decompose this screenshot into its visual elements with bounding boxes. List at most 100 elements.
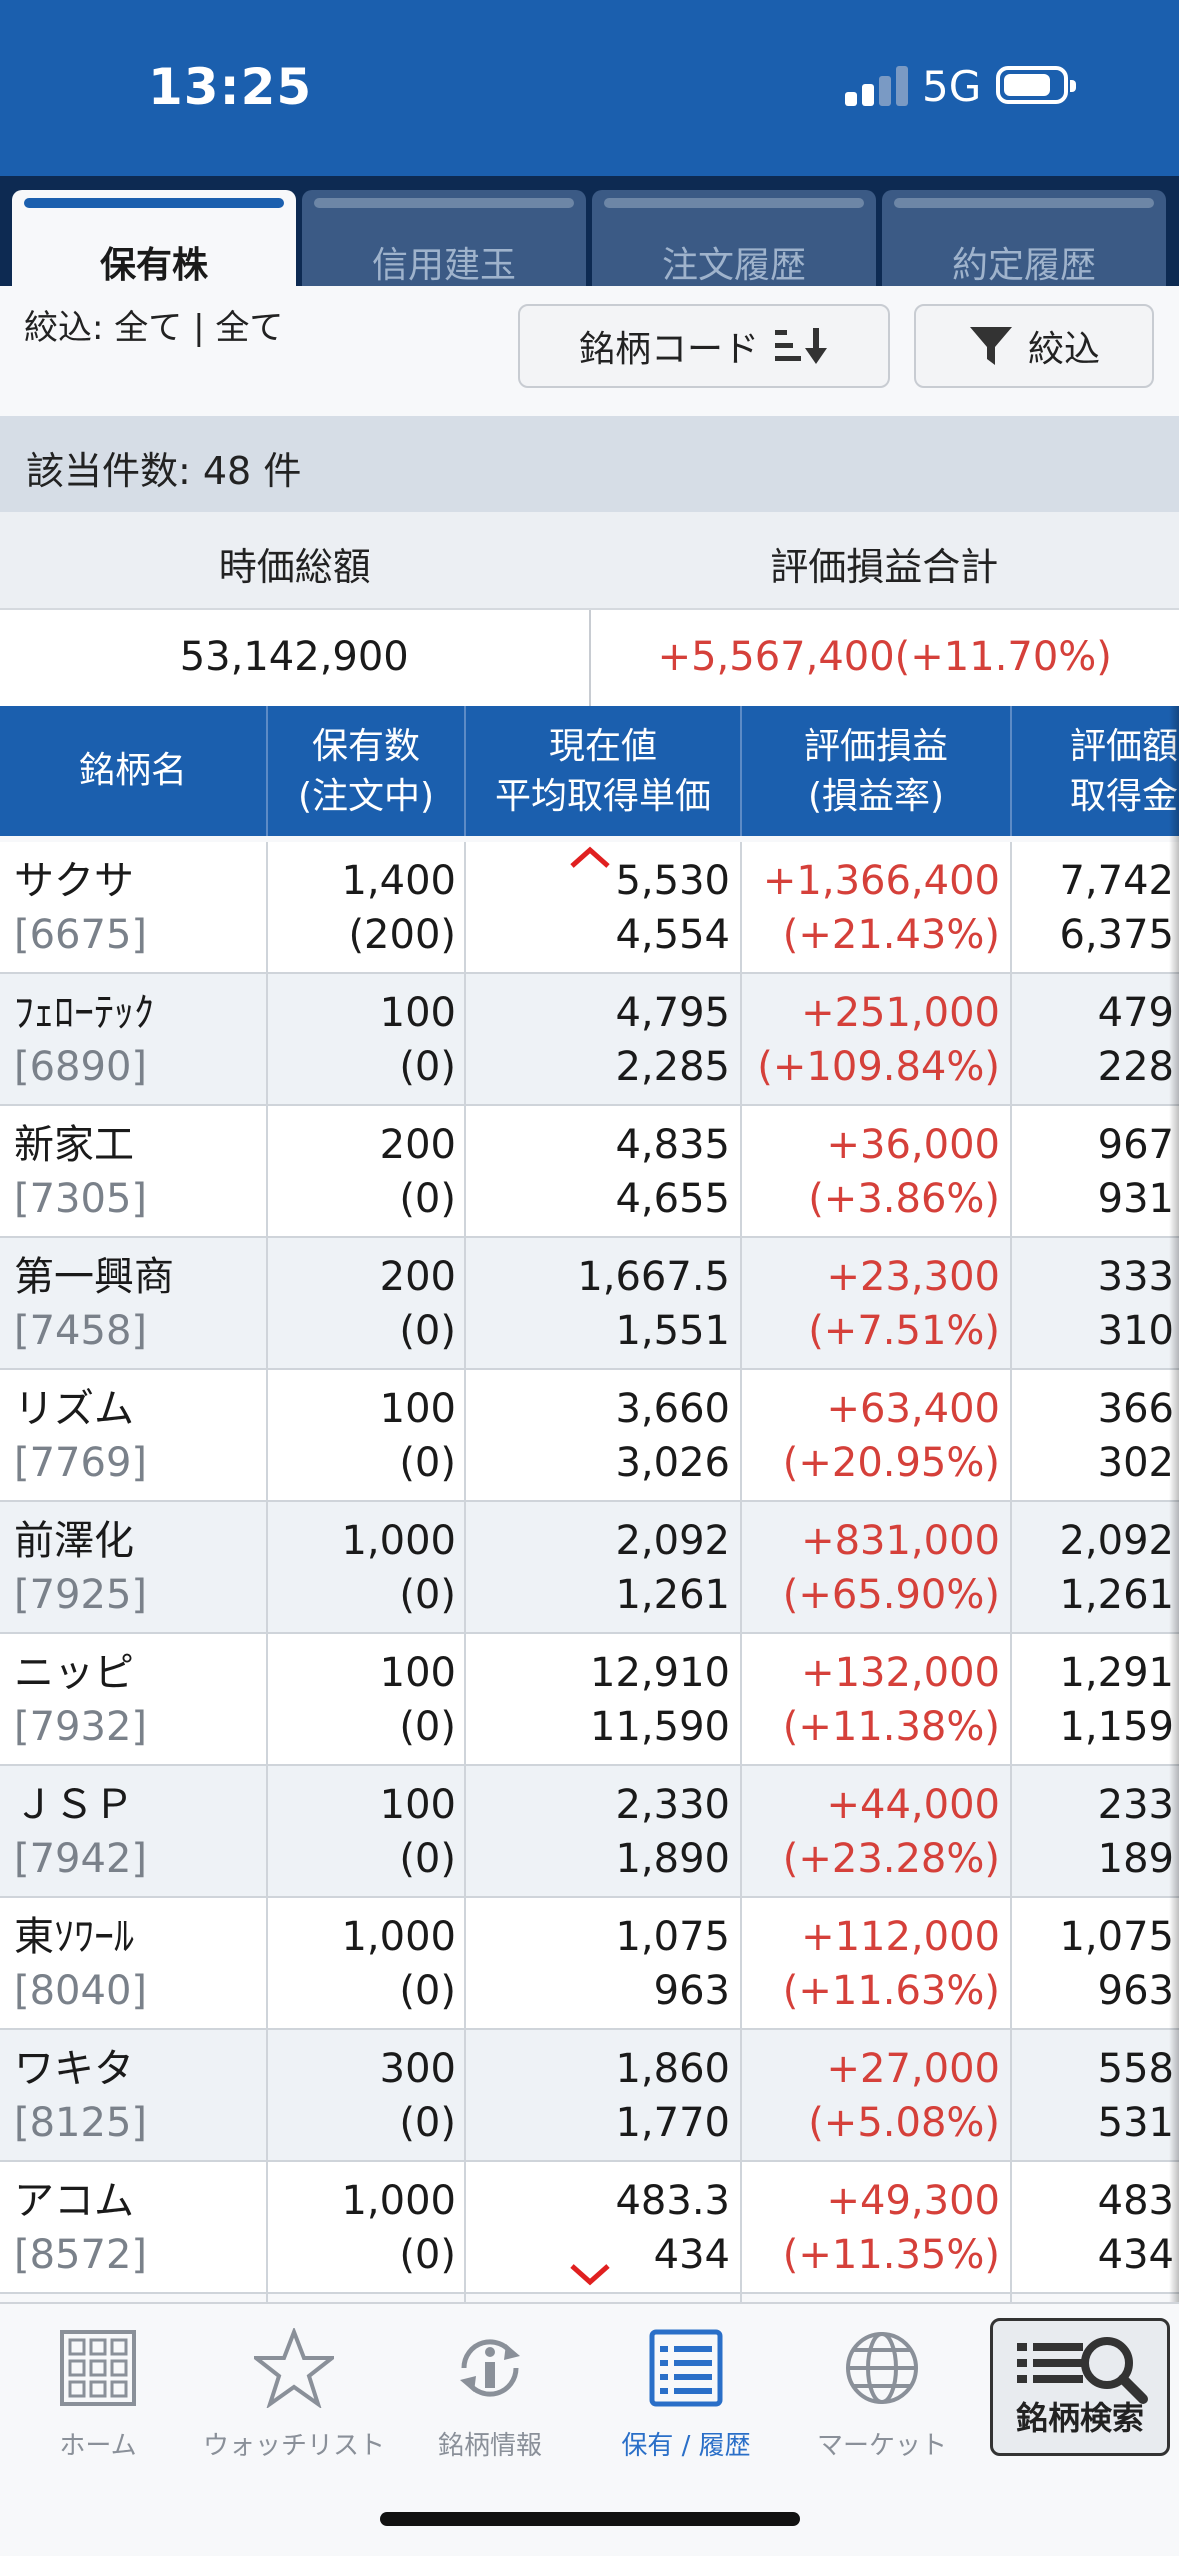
nav-watchlist[interactable]: ウォッチリスト bbox=[196, 2326, 392, 2462]
cell-quantity: 100 (0) bbox=[268, 1778, 456, 1886]
table-row[interactable]: リズム [7769] 100 (0) 3,660 3,026 +63,400 (+20.95%… bbox=[0, 1370, 1179, 1502]
cell-value: 366 302 bbox=[1012, 1382, 1174, 1490]
cell-name-secondary: [7942] bbox=[14, 1836, 148, 1882]
cell-pnl: +23,300 (+7.51%) bbox=[742, 1250, 1000, 1358]
cell-name: ワキタ [8125] bbox=[14, 2042, 254, 2150]
cell-price-primary: 3,660 bbox=[615, 1386, 730, 1432]
cell-price: 3,660 3,026 bbox=[466, 1382, 730, 1490]
filter-row: 絞込: 全て | 全て 銘柄コード 絞込 bbox=[0, 286, 1179, 416]
cell-name-secondary: [8040] bbox=[14, 1968, 148, 2014]
cell-price-secondary: 1,261 bbox=[615, 1572, 730, 1618]
cell-value-primary: 233 bbox=[1097, 1782, 1174, 1828]
tab-order-history[interactable]: 注文履歴 bbox=[592, 190, 876, 286]
nav-label: ホーム bbox=[59, 2431, 137, 2461]
table-header: 銘柄名 保有数 (注文中) 現在値 平均取得単価 評価損益 (損益率) 評価額 … bbox=[0, 706, 1179, 836]
cell-name-primary: リズム bbox=[14, 1386, 134, 1432]
cell-value: 558 531 bbox=[1012, 2042, 1174, 2150]
column-divider bbox=[464, 842, 466, 2302]
nav-stock-info[interactable]: 銘柄情報 bbox=[392, 2328, 588, 2462]
table-row[interactable]: ﾌｪﾛｰﾃｯｸ [6890] 100 (0) 4,795 2,285 +251,000 (+1… bbox=[0, 974, 1179, 1106]
tab-label: 信用建玉 bbox=[371, 245, 516, 286]
tab-label: 保有株 bbox=[99, 245, 208, 286]
column-divider bbox=[740, 842, 742, 2302]
cell-name-secondary: [7925] bbox=[14, 1572, 148, 1618]
column-divider bbox=[1010, 842, 1012, 2302]
globe-icon bbox=[846, 2332, 918, 2404]
cell-quantity-secondary: (0) bbox=[399, 1440, 456, 1486]
filter-button[interactable]: 絞込 bbox=[914, 304, 1154, 388]
cell-name-secondary: [6675] bbox=[14, 912, 148, 958]
grid-icon bbox=[60, 2330, 136, 2406]
cell-pnl-primary: +23,300 bbox=[826, 1254, 1000, 1300]
cell-pnl-primary: +27,000 bbox=[826, 2046, 1000, 2092]
cell-name-primary: ニッピ bbox=[14, 1650, 134, 1696]
table-row[interactable]: ワキタ [8125] 300 (0) 1,860 1,770 +27,000 (+5.08%)… bbox=[0, 2030, 1179, 2162]
scroll-shadow bbox=[1169, 706, 1179, 2302]
nav-label: マーケット bbox=[816, 2431, 947, 2461]
result-count: 該当件数: 48 件 bbox=[0, 416, 1179, 512]
cell-name-primary: サクサ bbox=[14, 858, 134, 904]
cell-quantity-primary: 100 bbox=[379, 1782, 456, 1828]
cell-pnl-primary: +132,000 bbox=[801, 1650, 1000, 1696]
cell-price-secondary: 963 bbox=[653, 1968, 730, 2014]
header-text: 平均取得単価 bbox=[494, 776, 711, 817]
cell-pnl-secondary: (+3.86%) bbox=[808, 1176, 1000, 1222]
cell-quantity: 200 (0) bbox=[268, 1118, 456, 1226]
holdings-table[interactable]: サクサ [6675] 1,400 (200) 5,530 4,554 +1,366,400 (… bbox=[0, 842, 1179, 2302]
sort-button[interactable]: 銘柄コード bbox=[518, 304, 890, 388]
cell-value-secondary: 1,261 bbox=[1059, 1572, 1174, 1618]
cell-price-secondary: 4,655 bbox=[615, 1176, 730, 1222]
header-name[interactable]: 銘柄名 bbox=[0, 746, 266, 796]
stock-search-button[interactable]: 銘柄検索 bbox=[990, 2318, 1170, 2456]
cell-value-primary: 2,092 bbox=[1059, 1518, 1174, 1564]
nav-holdings-history[interactable]: 保有 / 履歴 bbox=[588, 2328, 784, 2462]
cell-quantity-primary: 1,000 bbox=[341, 1518, 456, 1564]
table-row[interactable]: 新家工 [7305] 200 (0) 4,835 4,655 +36,000 (+3.86%)… bbox=[0, 1106, 1179, 1238]
cell-pnl: +132,000 (+11.38%) bbox=[742, 1646, 1000, 1754]
cell-price-secondary: 2,285 bbox=[615, 1044, 730, 1090]
tab-holdings[interactable]: 保有株 bbox=[12, 190, 296, 286]
network-label: 5G bbox=[922, 62, 982, 111]
table-row[interactable]: ニッピ [7932] 100 (0) 12,910 11,590 +132,000 (+11.… bbox=[0, 1634, 1179, 1766]
tab-label: 約定履歴 bbox=[951, 245, 1096, 286]
cell-name-primary: 東ｿﾜｰﾙ bbox=[14, 1914, 134, 1960]
table-row[interactable]: 前澤化 [7925] 1,000 (0) 2,092 1,261 +831,000 (+65.… bbox=[0, 1502, 1179, 1634]
summary-header: 時価総額 評価損益合計 bbox=[0, 512, 1179, 608]
cell-price-primary: 1,075 bbox=[615, 1914, 730, 1960]
cell-pnl-primary: +49,300 bbox=[826, 2178, 1000, 2224]
cell-quantity-secondary: (0) bbox=[399, 2100, 456, 2146]
cell-name-secondary: [7458] bbox=[14, 1308, 148, 1354]
cell-price-primary: 483.3 bbox=[615, 2178, 730, 2224]
cell-price-primary: 2,330 bbox=[615, 1782, 730, 1828]
cell-pnl: +831,000 (+65.90%) bbox=[742, 1514, 1000, 1622]
table-row[interactable]: 第一興商 [7458] 200 (0) 1,667.5 1,551 +23,300 (+7.5… bbox=[0, 1238, 1179, 1370]
header-pnl[interactable]: 評価損益 (損益率) bbox=[742, 722, 1010, 822]
cell-name-secondary: [7932] bbox=[14, 1704, 148, 1750]
header-quantity[interactable]: 保有数 (注文中) bbox=[268, 722, 464, 822]
header-value[interactable]: 評価額 取得金 bbox=[1070, 722, 1179, 822]
nav-market[interactable]: マーケット bbox=[784, 2328, 980, 2462]
header-text: 保有数 bbox=[311, 726, 420, 767]
cell-price: 5,530 4,554 bbox=[466, 854, 730, 962]
cell-value-secondary: 434 bbox=[1097, 2232, 1174, 2278]
table-row[interactable]: 東ｿﾜｰﾙ [8040] 1,000 (0) 1,075 963 +112,000 (+11.… bbox=[0, 1898, 1179, 2030]
cell-quantity-secondary: (0) bbox=[399, 1572, 456, 1618]
summary-values: 53,142,900 +5,567,400(+11.70%) bbox=[0, 608, 1179, 706]
cell-pnl-primary: +44,000 bbox=[826, 1782, 1000, 1828]
cell-price-secondary: 11,590 bbox=[590, 1704, 730, 1750]
header-price[interactable]: 現在値 平均取得単価 bbox=[466, 722, 740, 822]
cell-price: 4,835 4,655 bbox=[466, 1118, 730, 1226]
tab-margin-positions[interactable]: 信用建玉 bbox=[302, 190, 586, 286]
cell-quantity: 1,000 (0) bbox=[268, 1910, 456, 2018]
cell-quantity-primary: 200 bbox=[379, 1122, 456, 1168]
filter-button-label: 絞込 bbox=[1027, 329, 1100, 370]
nav-home[interactable]: ホーム bbox=[0, 2328, 196, 2462]
cell-value: 7,742 6,375 bbox=[1012, 854, 1174, 962]
cell-quantity-primary: 1,400 bbox=[341, 858, 456, 904]
cell-name: 新家工 [7305] bbox=[14, 1118, 254, 1226]
filter-funnel-icon bbox=[969, 327, 1012, 365]
info-refresh-icon bbox=[460, 2339, 520, 2397]
table-row[interactable]: ＪＳＰ [7942] 100 (0) 2,330 1,890 +44,000 (+23.28%… bbox=[0, 1766, 1179, 1898]
tab-execution-history[interactable]: 約定履歴 bbox=[882, 190, 1166, 286]
cell-value-primary: 967 bbox=[1097, 1122, 1174, 1168]
